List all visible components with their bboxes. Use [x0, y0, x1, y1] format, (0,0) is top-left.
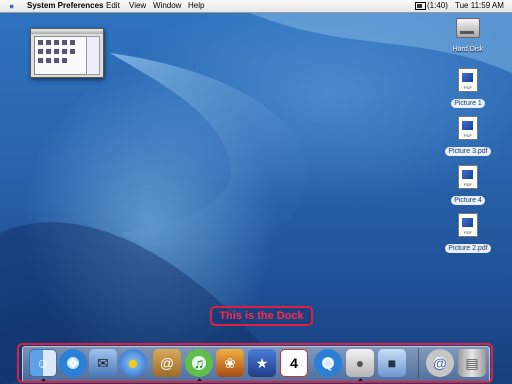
desktop-icon-label: Hard Disk — [452, 46, 484, 53]
menu-window[interactable]: Window — [153, 0, 181, 12]
thumbnail-titlebar — [31, 29, 103, 34]
menu-view[interactable]: View — [129, 0, 146, 12]
menu-help[interactable]: Help — [188, 0, 204, 12]
apple-menu-icon[interactable]: ● — [9, 0, 14, 12]
desktop-icon-picture-1[interactable]: Picture 1 — [440, 68, 496, 110]
pdf-file-icon — [458, 213, 478, 237]
pdf-file-icon — [458, 68, 478, 92]
thumbnail-content — [34, 36, 88, 75]
battery-time: (1:40) — [427, 1, 448, 10]
desktop-icon-picture-4[interactable]: Picture 4 — [440, 165, 496, 207]
window-thumbnail[interactable] — [30, 28, 104, 78]
desktop-icon-picture-3[interactable]: Picture 3.pdf — [440, 116, 496, 158]
thumbnail-sidebar — [86, 36, 100, 75]
pdf-file-icon — [458, 116, 478, 140]
pdf-file-icon — [458, 165, 478, 189]
desktop-icon-label: Picture 4 — [451, 196, 485, 205]
menu-clock[interactable]: Tue 11:59 AM — [455, 0, 504, 12]
battery-icon — [415, 1, 426, 10]
menu-edit[interactable]: Edit — [106, 0, 120, 12]
dock-callout-label: This is the Dock — [210, 306, 313, 326]
menu-app-name[interactable]: System Preferences — [27, 0, 104, 12]
desktop-icon-hard-disk[interactable]: Hard Disk — [440, 18, 496, 56]
battery-status[interactable]: (1:40) — [415, 0, 448, 12]
desktop-icon-label: Picture 2.pdf — [445, 244, 491, 253]
dock-highlight — [17, 343, 493, 383]
desktop-icon-picture-2[interactable]: Picture 2.pdf — [440, 213, 496, 255]
hard-disk-icon — [456, 18, 480, 38]
desktop-icon-label: Picture 1 — [451, 99, 485, 108]
menu-bar: ● System Preferences Edit View Window He… — [0, 0, 512, 13]
desktop-icon-label: Picture 3.pdf — [445, 147, 491, 156]
